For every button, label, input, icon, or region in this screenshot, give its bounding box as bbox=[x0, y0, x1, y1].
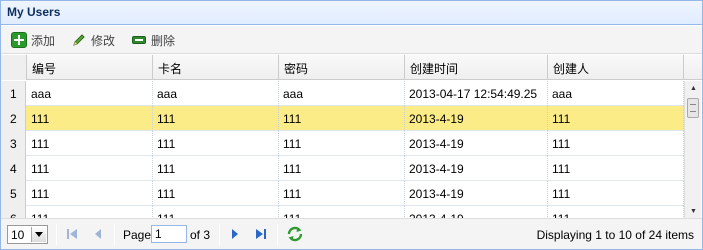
table-cell: aaa bbox=[153, 81, 279, 106]
pager-divider bbox=[56, 224, 57, 245]
table-cell: 111 bbox=[279, 156, 405, 181]
edit-button[interactable]: 修改 bbox=[71, 30, 115, 50]
add-button-label: 添加 bbox=[31, 33, 56, 48]
column-header-created-time[interactable]: 创建时间 bbox=[405, 55, 548, 80]
table-cell: 2013-4-19 bbox=[405, 206, 548, 218]
table-cell: 2013-04-17 12:54:49.25 bbox=[405, 81, 548, 106]
panel-title-bar: My Users bbox=[1, 1, 702, 25]
table-cell: 111 bbox=[548, 106, 684, 131]
scroll-up-icon[interactable]: ▲ bbox=[685, 81, 702, 95]
pager-divider bbox=[219, 224, 220, 245]
page-total-label: of 3 bbox=[190, 228, 211, 242]
row-number: 1 bbox=[1, 81, 26, 106]
row-number: 5 bbox=[1, 181, 26, 206]
column-header-creator[interactable]: 创建人 bbox=[548, 55, 684, 80]
table-cell: aaa bbox=[548, 81, 684, 106]
table-cell: 111 bbox=[27, 156, 153, 181]
table-cell: 111 bbox=[27, 131, 153, 156]
add-icon bbox=[11, 32, 27, 48]
panel-title: My Users bbox=[7, 5, 61, 19]
table-cell: aaa bbox=[27, 81, 153, 106]
table-cell: 111 bbox=[548, 206, 684, 218]
page-number-input[interactable] bbox=[151, 225, 187, 243]
column-header-card-name[interactable]: 卡名 bbox=[153, 55, 279, 80]
table-cell: 111 bbox=[548, 156, 684, 181]
table-row[interactable]: 3 111 111 111 2013-4-19 111 bbox=[1, 131, 684, 156]
scroll-down-icon[interactable]: ▼ bbox=[685, 204, 702, 218]
row-number-header bbox=[1, 55, 27, 80]
last-page-button[interactable] bbox=[253, 226, 269, 242]
table-cell: 111 bbox=[548, 181, 684, 206]
row-number: 4 bbox=[1, 156, 26, 181]
table-row[interactable]: 4 111 111 111 2013-4-19 111 bbox=[1, 156, 684, 181]
prev-page-button[interactable] bbox=[90, 226, 106, 242]
table-cell: 2013-4-19 bbox=[405, 131, 548, 156]
edit-button-label: 修改 bbox=[91, 33, 116, 48]
next-page-icon bbox=[232, 229, 238, 239]
last-page-icon bbox=[256, 229, 266, 239]
table-cell: 111 bbox=[279, 106, 405, 131]
column-header-id[interactable]: 编号 bbox=[27, 55, 153, 80]
page-size-value: 10 bbox=[11, 228, 25, 242]
pagination-bar: 10 Page of 3 bbox=[1, 218, 702, 249]
add-button[interactable]: 添加 bbox=[11, 30, 55, 50]
table-cell: 111 bbox=[27, 181, 153, 206]
table-cell: 111 bbox=[27, 206, 153, 218]
row-number: 6 bbox=[1, 206, 26, 218]
table-cell: 111 bbox=[27, 106, 153, 131]
page-label: Page bbox=[123, 228, 152, 242]
delete-button[interactable]: 删除 bbox=[131, 30, 175, 50]
first-page-icon bbox=[67, 229, 77, 239]
table-cell: 111 bbox=[279, 181, 405, 206]
users-grid: 编号 卡名 密码 创建时间 创建人 1 aaa aaa aaa 2013-04-17 1… bbox=[1, 55, 702, 218]
table-cell: 111 bbox=[153, 131, 279, 156]
table-cell: 2013-4-19 bbox=[405, 156, 548, 181]
table-cell: 111 bbox=[153, 181, 279, 206]
row-number: 2 bbox=[1, 106, 26, 131]
header-scroll-spacer bbox=[684, 55, 702, 80]
remove-icon bbox=[131, 32, 147, 48]
table-row[interactable]: 1 aaa aaa aaa 2013-04-17 12:54:49.25 aaa bbox=[1, 81, 684, 106]
pager-divider bbox=[277, 224, 278, 245]
table-cell: 111 bbox=[153, 156, 279, 181]
refresh-button[interactable] bbox=[286, 225, 304, 243]
table-row[interactable]: 5 111 111 111 2013-4-19 111 bbox=[1, 181, 684, 206]
table-cell: 111 bbox=[153, 206, 279, 218]
delete-button-label: 删除 bbox=[151, 33, 176, 48]
table-cell: 111 bbox=[153, 106, 279, 131]
table-row[interactable]: 2 111 111 111 2013-4-19 111 bbox=[1, 106, 684, 131]
page-size-select[interactable]: 10 bbox=[7, 225, 48, 244]
vertical-scrollbar[interactable]: ▲ ▼ bbox=[684, 81, 701, 218]
pagination-info: Displaying 1 to 10 of 24 items bbox=[536, 228, 694, 242]
toolbar: 添加 修改 删除 bbox=[1, 26, 702, 54]
chevron-down-icon[interactable] bbox=[31, 227, 46, 242]
row-number: 3 bbox=[1, 131, 26, 156]
first-page-button[interactable] bbox=[64, 226, 80, 242]
table-cell: aaa bbox=[279, 81, 405, 106]
refresh-icon bbox=[287, 226, 303, 242]
table-cell: 111 bbox=[279, 206, 405, 218]
pencil-icon bbox=[71, 32, 87, 48]
table-cell: 2013-4-19 bbox=[405, 106, 548, 131]
scroll-thumb[interactable] bbox=[687, 98, 699, 118]
table-cell: 111 bbox=[279, 131, 405, 156]
grid-header: 编号 卡名 密码 创建时间 创建人 bbox=[1, 55, 702, 80]
column-header-password[interactable]: 密码 bbox=[279, 55, 405, 80]
next-page-button[interactable] bbox=[227, 226, 243, 242]
table-cell: 2013-4-19 bbox=[405, 181, 548, 206]
table-row[interactable]: 61111111112013-4-19111 bbox=[1, 206, 684, 218]
table-cell: 111 bbox=[548, 131, 684, 156]
users-panel: My Users 添加 修改 删除 编号 卡名 密码 创建时间 创建人 1 aa… bbox=[0, 0, 703, 250]
pager-divider bbox=[114, 224, 115, 245]
prev-page-icon bbox=[95, 229, 101, 239]
